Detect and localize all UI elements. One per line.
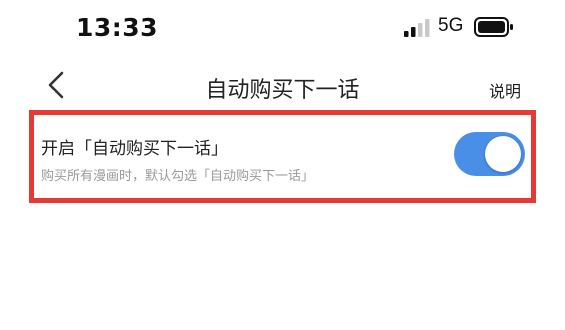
screen: 13:33 5G 自动购买下一话 说明 开启「自动购买下一话」 购买所有漫画时，… <box>0 0 565 330</box>
status-bar: 13:33 5G <box>0 0 565 56</box>
status-time: 13:33 <box>76 13 159 42</box>
signal-strength-icon <box>404 19 430 37</box>
network-type: 5G <box>438 15 464 36</box>
battery-icon <box>474 17 513 37</box>
help-button[interactable]: 说明 <box>489 78 521 102</box>
page-title: 自动购买下一话 <box>205 78 360 103</box>
navigation-bar: 自动购买下一话 说明 <box>0 62 565 112</box>
highlight-box <box>29 110 536 203</box>
